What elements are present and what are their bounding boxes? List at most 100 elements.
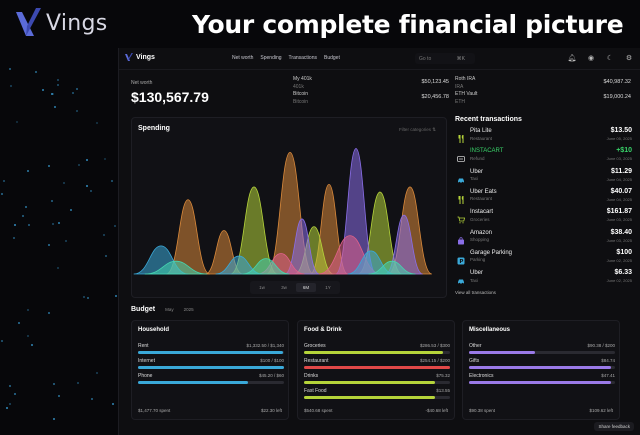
budget-line-name: Drinks bbox=[304, 373, 319, 379]
budget-progress-track bbox=[304, 366, 450, 369]
star bbox=[47, 311, 50, 314]
gear-icon[interactable]: ⚙ bbox=[624, 53, 634, 63]
account-my-401k[interactable]: My 401k 401k bbox=[293, 76, 312, 90]
budget-spent: $540.68 spent bbox=[304, 408, 333, 413]
transaction-name: Instacart bbox=[470, 209, 494, 216]
star bbox=[54, 106, 57, 109]
budget-progress-track bbox=[138, 381, 284, 384]
transaction-row[interactable]: Uber Eats Restaurant $40.07 June 04, 2025 bbox=[455, 188, 635, 208]
nav-link-spending[interactable]: Spending bbox=[260, 55, 281, 61]
car-icon bbox=[457, 171, 465, 183]
filter-categories-dropdown[interactable]: Filter categories ⇅ bbox=[399, 127, 436, 133]
budget-line-values: $45.20 / $60 bbox=[258, 373, 284, 378]
transaction-date: June 04, 2025 bbox=[606, 176, 632, 182]
range-3w[interactable]: 3w bbox=[274, 283, 294, 292]
transaction-name: Uber bbox=[470, 168, 484, 175]
transaction-name: INSTACART bbox=[470, 148, 504, 155]
star bbox=[114, 224, 117, 227]
account-roth-ira[interactable]: Roth IRA IRA bbox=[455, 76, 475, 90]
star bbox=[89, 190, 92, 193]
month-select[interactable]: May bbox=[165, 307, 174, 312]
star bbox=[85, 184, 88, 187]
transaction-category: Taxi bbox=[470, 277, 479, 283]
nav-link-net-worth[interactable]: Net worth bbox=[232, 55, 253, 61]
svg-text:P: P bbox=[459, 259, 463, 265]
bell-icon[interactable]: 🔔︎ bbox=[567, 53, 577, 63]
share-feedback-button[interactable]: Share feedback bbox=[594, 422, 634, 431]
star bbox=[24, 205, 27, 208]
star bbox=[27, 308, 30, 311]
transaction-row[interactable]: Instacart Groceries $161.87 June 03, 2025 bbox=[455, 208, 635, 228]
budget-progress-fill bbox=[469, 366, 611, 369]
star bbox=[5, 407, 8, 410]
recent-title: Recent transactions bbox=[455, 116, 522, 123]
budget-card-title: Household bbox=[138, 327, 169, 333]
nav-logo[interactable]: Vings bbox=[125, 53, 155, 62]
refund-icon bbox=[457, 150, 465, 163]
budget-card-household[interactable]: Household Rent $1,332.50 / $1,340 Internet $… bbox=[131, 320, 289, 420]
transaction-row[interactable]: Pita Lite Restaurant $13.50 June 05, 2025 bbox=[455, 127, 635, 147]
budget-progress-fill bbox=[138, 381, 248, 384]
account-value: $20,456.78 bbox=[421, 94, 449, 100]
vings-logo-icon bbox=[16, 8, 41, 36]
account-value: $40,987.32 bbox=[603, 79, 631, 85]
brand: Vings bbox=[14, 6, 108, 40]
nav-link-budget[interactable]: Budget bbox=[324, 55, 340, 61]
fork-knife-icon bbox=[457, 191, 465, 204]
budget-left: $22.30 left bbox=[260, 408, 282, 413]
transaction-date: June 03, 2025 bbox=[606, 156, 632, 162]
star bbox=[96, 371, 99, 374]
star bbox=[57, 79, 60, 82]
transaction-row[interactable]: INSTACART Refund +$10 June 03, 2025 bbox=[455, 147, 635, 167]
search-placeholder: Go to bbox=[419, 56, 432, 62]
chevron-updown-icon: ⇅ bbox=[432, 127, 436, 132]
nav-logo-label: Vings bbox=[136, 54, 155, 61]
range-6m[interactable]: 6M bbox=[296, 283, 316, 292]
star bbox=[76, 88, 79, 91]
star bbox=[47, 165, 50, 168]
recent-transactions: Recent transactions Pita Lite Restaurant $… bbox=[455, 116, 635, 285]
nav-link-transactions[interactable]: Transactions bbox=[289, 55, 317, 61]
budget-card-food-drink[interactable]: Food & Drink Groceries $286.53 / $300 Resta… bbox=[297, 320, 455, 420]
transaction-row[interactable]: Uber Taxi $6.33 June 02, 2025 bbox=[455, 269, 635, 289]
transaction-row[interactable]: Amazon Shopping $38.40 June 03, 2025 bbox=[455, 229, 635, 249]
eye-icon[interactable]: ◉ bbox=[586, 53, 596, 63]
search-input[interactable]: Go to ⌘K bbox=[415, 53, 475, 64]
transaction-row[interactable]: Uber Taxi $11.29 June 04, 2025 bbox=[455, 168, 635, 188]
view-all-transactions-link[interactable]: View all transactions bbox=[455, 290, 496, 295]
star bbox=[21, 215, 24, 218]
budget-progress-track bbox=[469, 351, 615, 354]
account-type: ETH bbox=[455, 99, 465, 105]
net-worth: Net worth $130,567.79 bbox=[131, 80, 209, 105]
moon-icon[interactable]: ☾ bbox=[605, 53, 615, 63]
budget-left: -$40.68 left bbox=[425, 408, 448, 413]
budget-progress-track bbox=[138, 351, 284, 354]
spending-title: Spending bbox=[138, 125, 170, 132]
budget-title: Budget bbox=[131, 306, 156, 313]
budget-card-miscellaneous[interactable]: Miscellaneous Other $90.38 / $200 Gifts $84.… bbox=[462, 320, 620, 420]
year-select[interactable]: 2025 bbox=[184, 307, 194, 312]
star bbox=[76, 381, 79, 384]
transaction-row[interactable]: P Garage Parking Parking $100 June 02, 2025 bbox=[455, 249, 635, 269]
nav-icons: 🔔︎ ◉ ☾ ⚙ bbox=[567, 53, 634, 63]
transaction-category: Refund bbox=[470, 155, 485, 161]
account-name: My 401k bbox=[293, 76, 312, 82]
star bbox=[75, 110, 78, 113]
budget-line-values: $47.41 bbox=[601, 373, 615, 378]
budget-line-name: Other bbox=[469, 343, 482, 349]
star bbox=[41, 88, 44, 91]
spending-chart bbox=[133, 148, 433, 275]
budget-card-title: Miscellaneous bbox=[469, 327, 511, 333]
account-eth-vault[interactable]: ETH Vault ETH bbox=[455, 91, 477, 105]
range-1y[interactable]: 1Y bbox=[318, 283, 338, 292]
account-bitcoin[interactable]: Bitcoin Bitcoin bbox=[293, 91, 308, 105]
star bbox=[105, 255, 108, 258]
hero-headline: Your complete financial picture bbox=[192, 10, 624, 39]
nav-links: Net worth Spending Transactions Budget bbox=[232, 55, 340, 61]
transaction-amount: $38.40 bbox=[610, 228, 632, 236]
budget-progress-fill bbox=[304, 366, 450, 369]
transaction-date: June 05, 2025 bbox=[606, 136, 632, 141]
range-1w[interactable]: 1w bbox=[252, 283, 272, 292]
budget-line-name: Fast Food bbox=[304, 388, 327, 394]
budget-progress-fill bbox=[469, 381, 611, 384]
